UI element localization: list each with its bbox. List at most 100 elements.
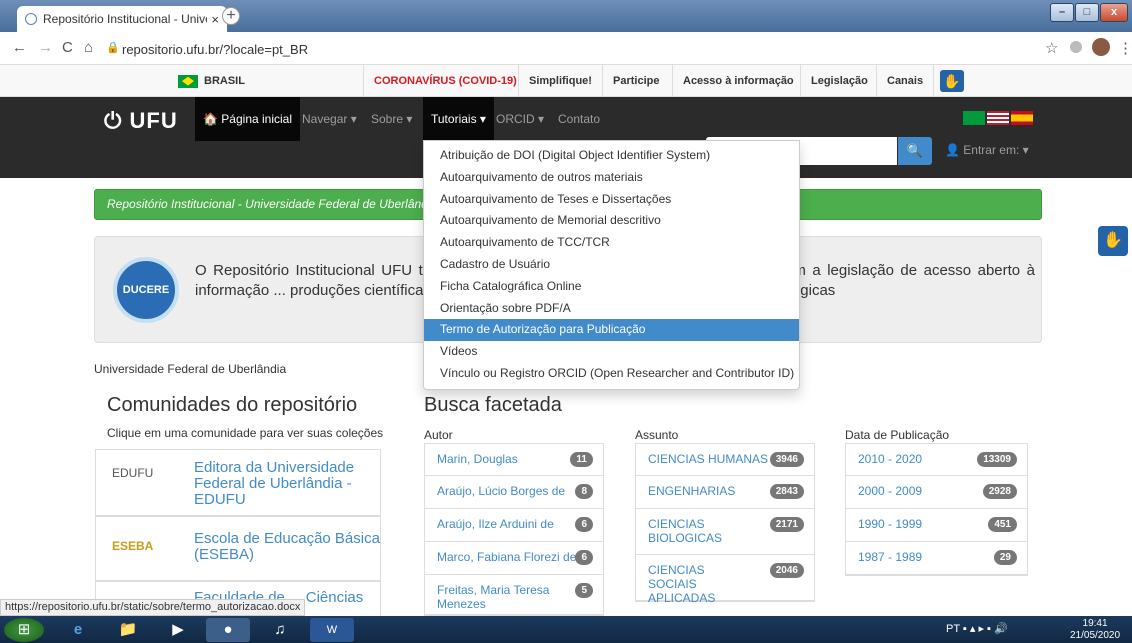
gov-link-canais[interactable]: Canais <box>876 65 935 97</box>
menu-item-outros-materiais[interactable]: Autoarquivamento de outros materiais <box>424 167 799 189</box>
community-item[interactable]: EDUFU Editora da Universidade Federal de… <box>95 449 381 516</box>
menu-item-memorial[interactable]: Autoarquivamento de Memorial descritivo <box>424 210 799 232</box>
facet-name: 2000 - 2009 <box>858 484 923 498</box>
menu-item-orcid[interactable]: Vínculo ou Registro ORCID (Open Research… <box>424 363 799 385</box>
facet-item[interactable]: Freitas, Maria Teresa Menezes 5 <box>425 575 603 615</box>
nav-contato[interactable]: Contato <box>550 97 608 141</box>
minimize-button[interactable]: – <box>1050 3 1074 22</box>
clock-time: 19:41 <box>1082 618 1108 629</box>
facet-author-label: Autor <box>424 428 453 442</box>
tab-close-icon[interactable]: × <box>211 12 219 27</box>
address-bar: ← → C ⌂ 🔒 repositorio.ufu.br/?locale=pt_… <box>0 32 1132 65</box>
menu-item-teses[interactable]: Autoarquivamento de Teses e Dissertações <box>424 189 799 211</box>
facet-subject-list: CIENCIAS HUMANAS 3946 ENGENHARIAS 2843 CIE… <box>635 443 815 605</box>
flag-pt-icon[interactable] <box>963 111 985 125</box>
facet-name: 2010 - 2020 <box>858 452 923 466</box>
facet-item[interactable]: 1990 - 1999 451 <box>846 509 1027 542</box>
menu-item-pdfa[interactable]: Orientação sobre PDF/A <box>424 298 799 320</box>
facet-date-label: Data de Publicação <box>845 428 950 442</box>
menu-item-ficha[interactable]: Ficha Catalográfica Online <box>424 276 799 298</box>
user-icon: 👤 <box>945 143 960 157</box>
home-icon[interactable]: ⌂ <box>84 39 93 56</box>
facet-item[interactable]: CIENCIAS BIOLOGICAS 2171 <box>636 509 814 555</box>
tab-title: Repositório Institucional - Univer <box>43 12 208 26</box>
community-name[interactable]: Editora da Universidade Federal de Uberl… <box>194 460 380 508</box>
facet-name: 1987 - 1989 <box>858 550 923 564</box>
new-tab-button[interactable]: + <box>222 7 240 25</box>
menu-icon[interactable]: ⋮ <box>1118 39 1132 57</box>
facet-item[interactable]: 2000 - 2009 2928 <box>846 476 1027 509</box>
gov-link-covid[interactable]: CORONAVÍRUS (COVID-19) <box>363 65 527 97</box>
accessibility-icon[interactable]: ✋ <box>940 70 964 92</box>
lock-icon: 🔒 <box>106 42 120 54</box>
facet-item[interactable]: CIENCIAS HUMANAS 3946 <box>636 444 814 476</box>
explorer-icon[interactable]: 📁 <box>106 618 150 642</box>
facet-author-list: Marin, Douglas 11 Araújo, Lúcio Borges de… <box>424 443 604 616</box>
facet-name: Marco, Fabiana Florezi de <box>437 550 577 564</box>
facet-count-badge: 2171 <box>769 517 804 532</box>
ducere-logo: DUCERE <box>113 257 179 323</box>
ie-icon[interactable]: e <box>56 618 100 642</box>
chrome-icon[interactable]: ● <box>206 618 250 642</box>
community-item[interactable]: ESEBA Escola de Educação Básica (ESEBA) <box>95 516 381 581</box>
menu-item-cadastro[interactable]: Cadastro de Usuário <box>424 254 799 276</box>
facet-item[interactable]: Araújo, Lúcio Borges de 8 <box>425 476 603 509</box>
brasil-link[interactable]: BRASIL <box>168 65 363 97</box>
facet-name: Araújo, Ilze Arduini de <box>437 517 554 531</box>
start-button[interactable]: ⊞ <box>4 618 44 642</box>
gov-link-acesso[interactable]: Acesso à informação <box>672 65 804 97</box>
tutorials-dropdown: Atribuição de DOI (Digital Object Identi… <box>423 140 800 390</box>
facet-count-badge: 3946 <box>769 452 804 467</box>
gov-link-legislacao[interactable]: Legislação <box>800 65 878 97</box>
facet-count-badge: 29 <box>993 550 1017 565</box>
ufu-logo[interactable]: ⏻ UFU <box>104 108 178 134</box>
word-icon[interactable]: W <box>310 618 354 642</box>
facet-item[interactable]: 1987 - 1989 29 <box>846 542 1027 575</box>
facet-item[interactable]: Marin, Douglas 11 <box>425 444 603 476</box>
facet-item[interactable]: 2010 - 2020 13309 <box>846 444 1027 476</box>
login-menu[interactable]: 👤 Entrar em: ▾ <box>945 143 1029 157</box>
media-player-icon[interactable]: ▶ <box>156 618 200 642</box>
gov-link-simplifique[interactable]: Simplifique! <box>518 65 602 97</box>
menu-item-termo[interactable]: Termo de Autorização para Publicação <box>424 319 799 342</box>
community-name[interactable]: Escola de Educação Básica (ESEBA) <box>194 531 380 563</box>
menu-item-doi[interactable]: Atribuição de DOI (Digital Object Identi… <box>424 145 799 167</box>
facet-subject-label: Assunto <box>635 428 679 442</box>
facet-item[interactable]: ENGENHARIAS 2843 <box>636 476 814 509</box>
search-button[interactable]: 🔍 <box>898 137 932 165</box>
avatar[interactable] <box>1092 38 1110 56</box>
brazil-flag-icon <box>178 74 198 88</box>
nav-orcid[interactable]: ORCID ▾ <box>488 97 552 141</box>
facet-count-badge: 451 <box>988 517 1017 532</box>
facet-count-badge: 13309 <box>977 452 1017 467</box>
gov-link-participe[interactable]: Participe <box>602 65 669 97</box>
nav-navegar[interactable]: Navegar ▾ <box>294 97 365 141</box>
facet-item[interactable]: Marco, Fabiana Florezi de 6 <box>425 542 603 575</box>
status-bar-url: https://repositorio.ufu.br/static/sobre/… <box>0 599 306 616</box>
clock[interactable]: 19:41 21/05/2020 <box>1070 618 1120 642</box>
facet-item[interactable]: Araújo, Ilze Arduini de 6 <box>425 509 603 542</box>
close-window-button[interactable]: x <box>1100 3 1128 22</box>
sign-language-icon[interactable]: ✋ <box>1098 226 1128 256</box>
maximize-button[interactable]: □ <box>1075 3 1099 22</box>
menu-item-videos[interactable]: Vídeos <box>424 341 799 363</box>
flag-en-icon[interactable] <box>987 111 1009 125</box>
forward-icon[interactable]: → <box>38 39 53 56</box>
language-indicator[interactable]: PT <box>946 623 960 635</box>
nav-home[interactable]: 🏠 Página inicial <box>195 97 301 141</box>
facets-heading: Busca facetada <box>424 394 562 416</box>
facet-date-list: 2010 - 2020 13309 2000 - 2009 2928 1990 - … <box>845 443 1028 576</box>
menu-item-tcc[interactable]: Autoarquivamento de TCC/TCR <box>424 232 799 254</box>
nav-tutoriais[interactable]: Tutoriais ▾ <box>423 97 494 141</box>
extension-icon[interactable] <box>1070 41 1082 53</box>
browser-tab[interactable]: Repositório Institucional - Univer × <box>17 6 227 32</box>
star-icon[interactable]: ☆ <box>1045 39 1058 57</box>
url-field[interactable]: repositorio.ufu.br/?locale=pt_BR <box>122 42 308 57</box>
nav-sobre[interactable]: Sobre ▾ <box>363 97 420 141</box>
back-icon[interactable]: ← <box>12 39 27 56</box>
browser-tab-bar: Repositório Institucional - Univer × + –… <box>0 0 1132 32</box>
itunes-icon[interactable]: ♫ <box>258 618 302 642</box>
facet-item[interactable]: CIENCIAS SOCIAIS APLICADAS 2046 <box>636 555 814 605</box>
flag-es-icon[interactable] <box>1011 111 1033 125</box>
reload-icon[interactable]: C <box>62 39 73 56</box>
